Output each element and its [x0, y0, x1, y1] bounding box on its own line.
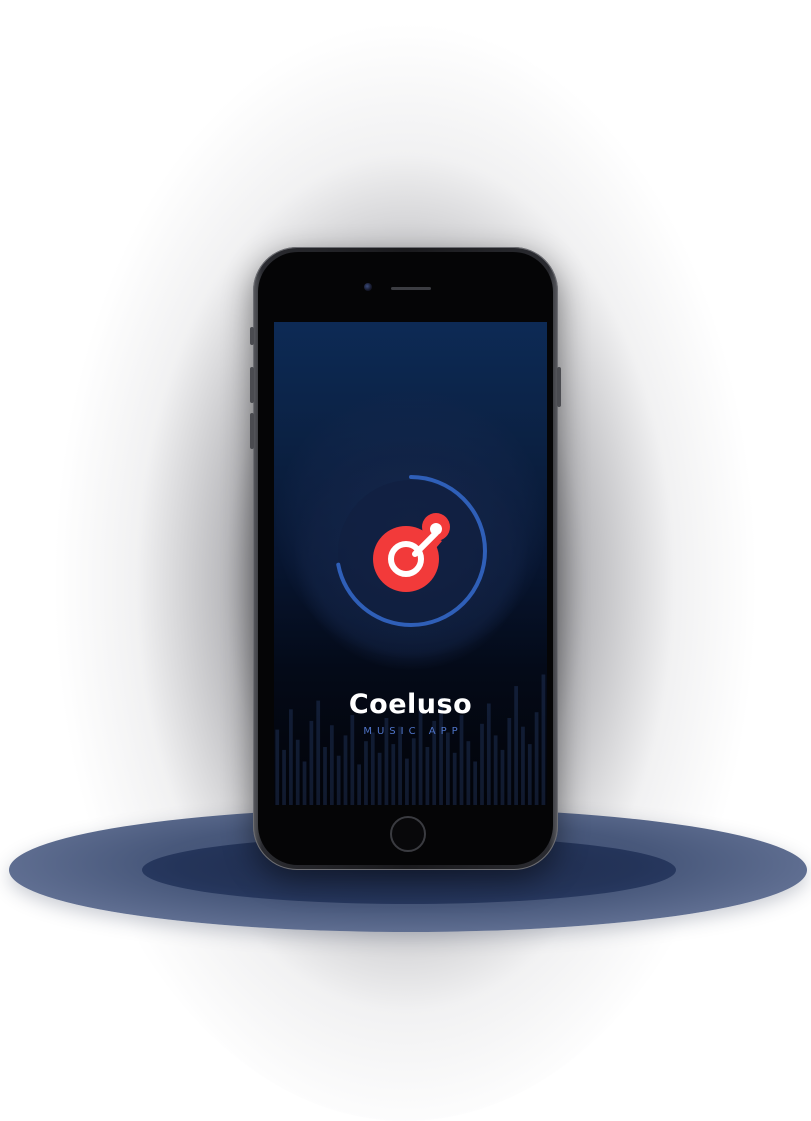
phone-device: Coeluso MUSIC APP [250, 247, 561, 870]
equalizer-bar [364, 741, 368, 805]
mockup-stage: Coeluso MUSIC APP [0, 0, 811, 1121]
app-tagline: MUSIC APP [363, 726, 463, 737]
equalizer-bar [302, 761, 307, 805]
splash-screen: Coeluso MUSIC APP [274, 322, 547, 805]
equalizer-bar [391, 744, 396, 805]
phone-front: Coeluso MUSIC APP [258, 252, 553, 865]
equalizer-bar [425, 747, 430, 805]
equalizer-bar [323, 747, 327, 805]
equalizer-bar [329, 725, 334, 805]
power-button [557, 367, 561, 407]
coeluso-logo-icon [373, 513, 450, 592]
equalizer-bar [521, 726, 525, 805]
equalizer-bar [493, 735, 498, 805]
equalizer-bar [418, 709, 423, 805]
equalizer-bar [289, 709, 293, 805]
equalizer-bar [466, 741, 471, 805]
home-button[interactable] [390, 816, 426, 852]
earpiece-speaker [391, 287, 431, 290]
equalizer-bar [275, 729, 280, 805]
equalizer-bar [445, 732, 450, 805]
equalizer-bar [500, 749, 505, 805]
volume-up-button [250, 367, 254, 403]
equalizer-bar [343, 735, 348, 805]
equalizer-bar [357, 764, 362, 805]
volume-down-button [250, 413, 254, 449]
equalizer-bar [473, 761, 478, 805]
mute-switch [250, 327, 254, 345]
equalizer-bar [295, 739, 300, 805]
equalizer-bar [282, 749, 286, 805]
equalizer-bar [398, 726, 402, 805]
equalizer-bar [336, 755, 341, 805]
equalizer-bar [370, 732, 375, 805]
equalizer-bar [377, 752, 382, 805]
equalizer-bar [411, 738, 416, 805]
equalizer-bar [527, 744, 532, 805]
equalizer-bar [452, 752, 457, 805]
app-name: Coeluso [348, 689, 473, 720]
front-camera-icon [364, 283, 372, 291]
equalizer-bar [405, 758, 409, 805]
